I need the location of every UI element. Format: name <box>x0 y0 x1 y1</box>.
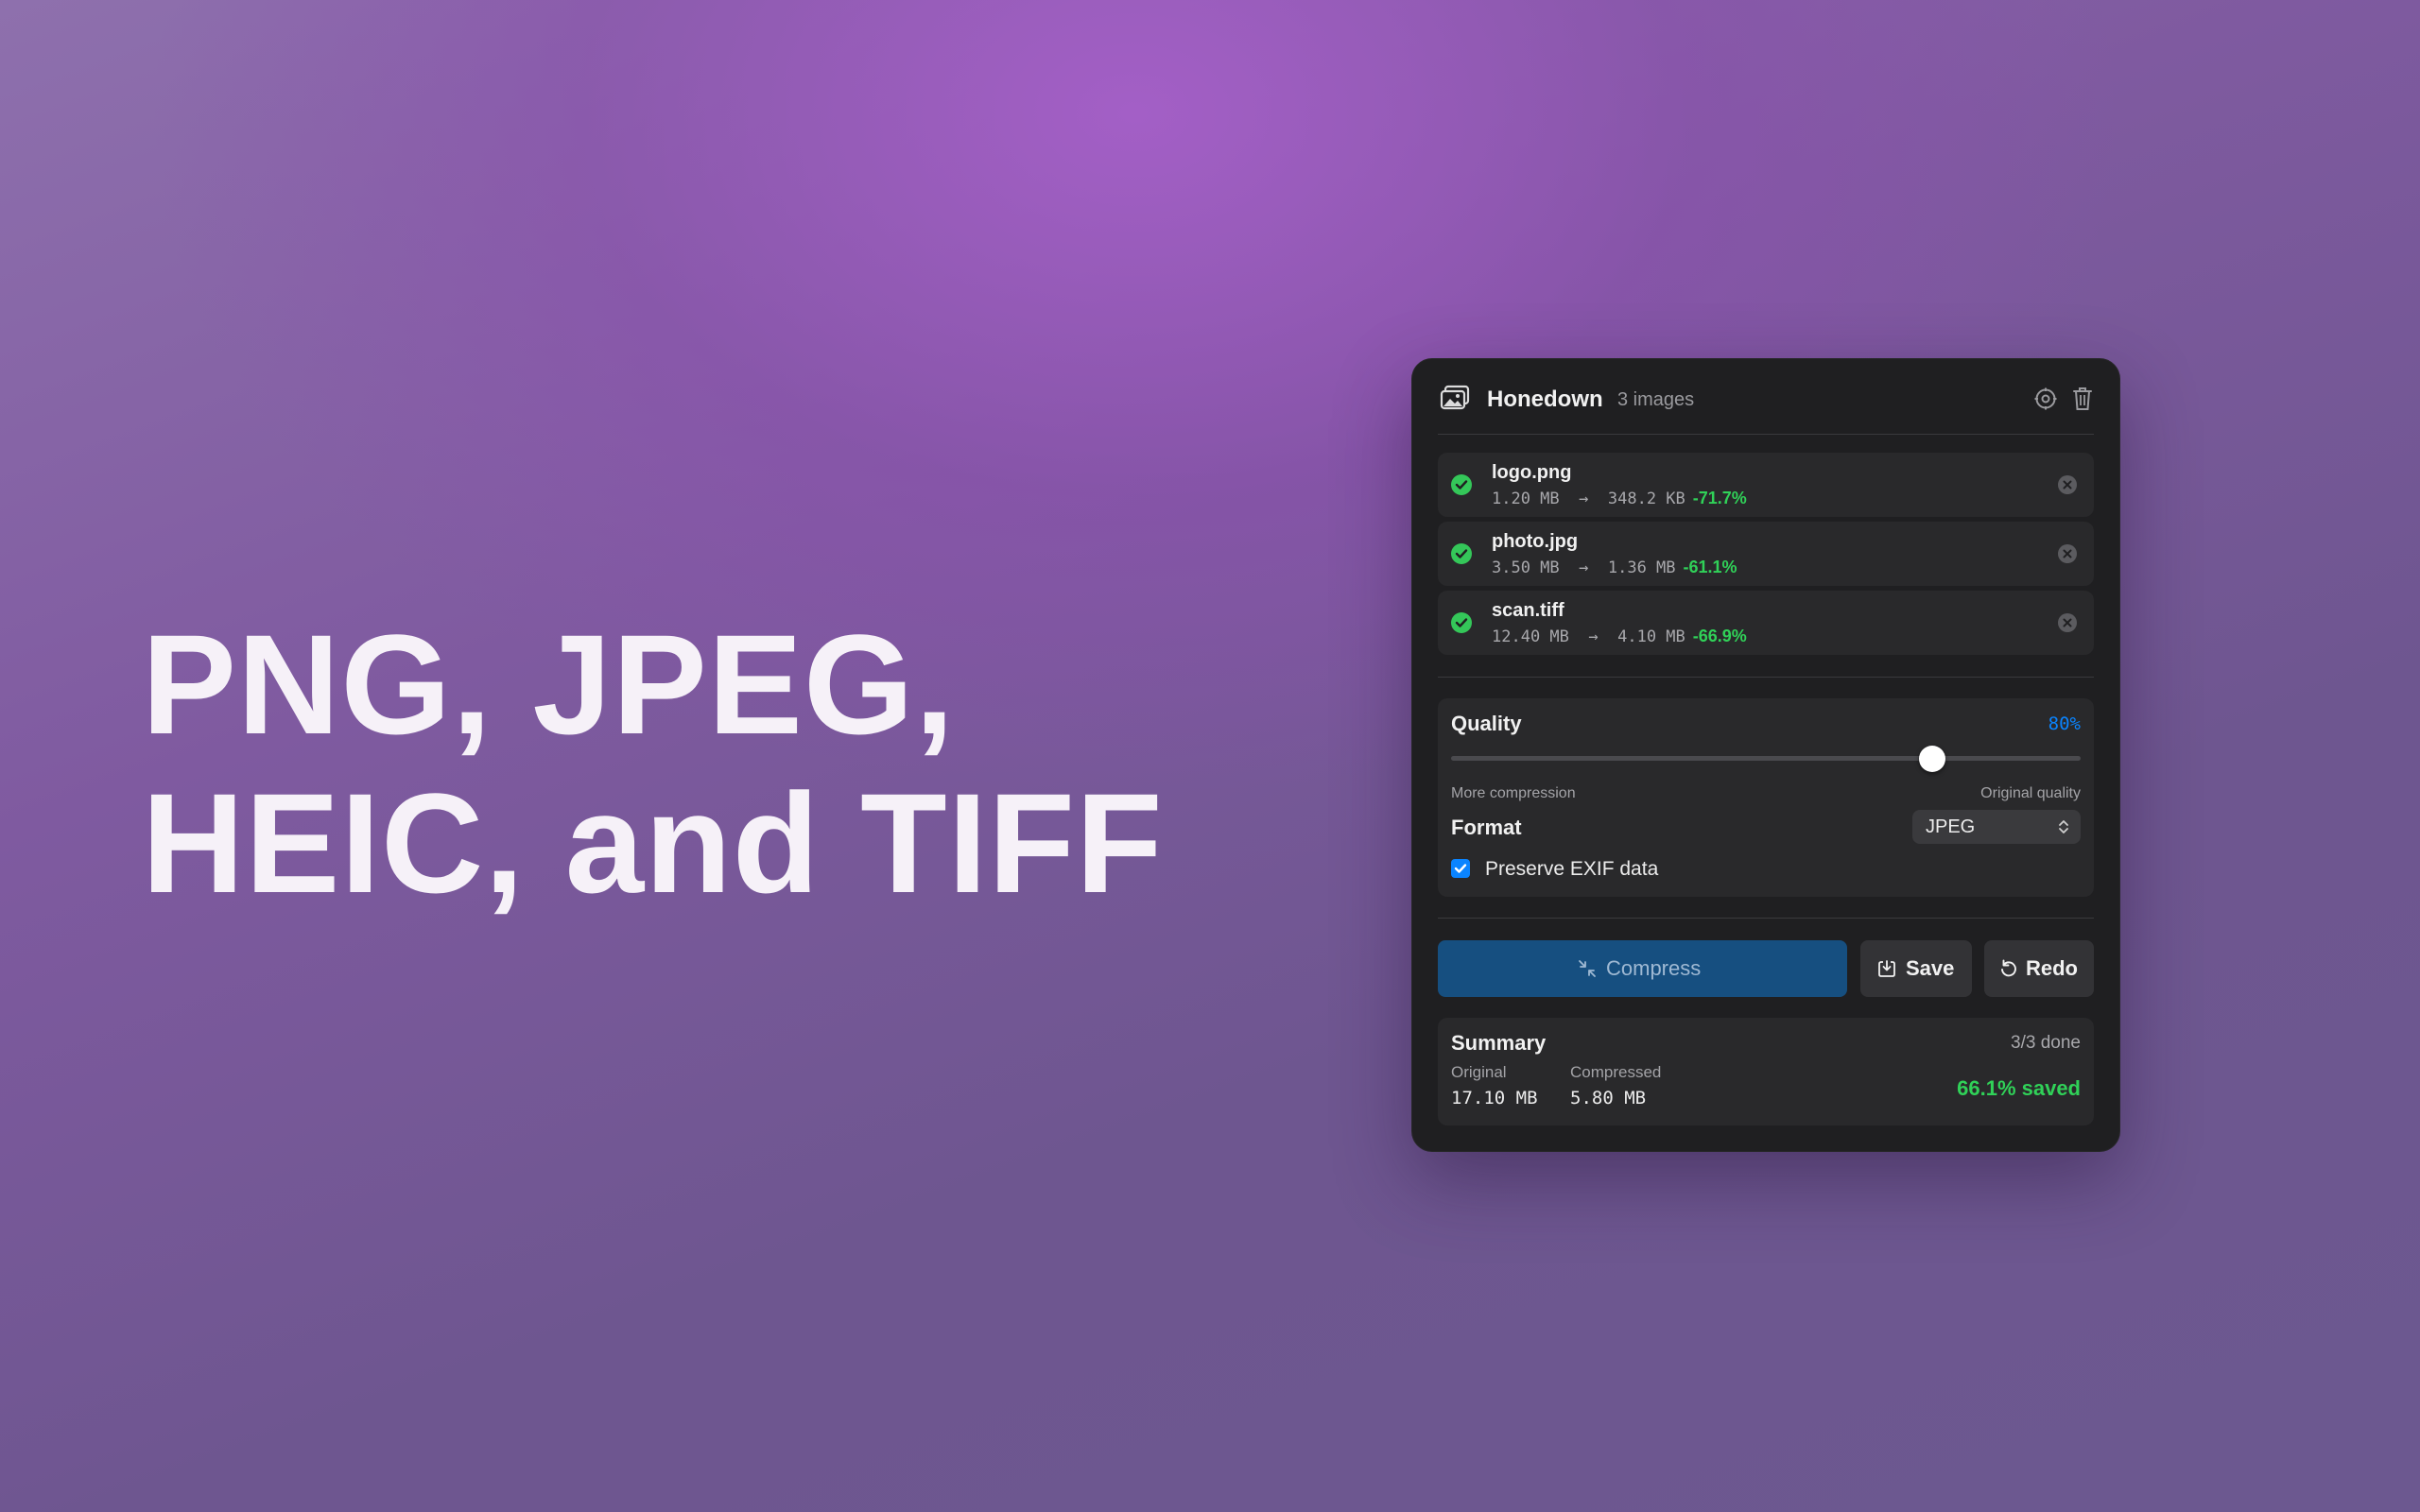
redo-icon <box>2001 959 2016 977</box>
hero-headline: PNG, JPEG, HEIC, and TIFF <box>142 605 1164 922</box>
file-sizes: 3.50 MB → 1.36 MB -61.1% <box>1492 558 1737 577</box>
quality-label: Quality <box>1451 712 1522 735</box>
app-panel: Honedown 3 images logo.png 1.20 MB → 348… <box>1411 358 2120 1152</box>
slider-hint-left: More compression <box>1451 785 1576 801</box>
checkmark-icon <box>1451 543 1472 564</box>
summary-section: Summary 3/3 done Original 17.10 MB Compr… <box>1438 1018 2094 1125</box>
checkmark-icon <box>1451 474 1472 495</box>
compressed-label: Compressed <box>1570 1063 1662 1081</box>
compressed-value: 5.80 MB <box>1570 1088 1647 1108</box>
compress-label: Compress <box>1606 956 1702 980</box>
save-button[interactable]: Save <box>1860 940 1972 997</box>
file-row[interactable]: scan.tiff 12.40 MB → 4.10 MB -66.9% <box>1438 591 2094 655</box>
settings-divider <box>1438 918 2094 919</box>
hero-line-1: PNG, JPEG, <box>142 605 956 764</box>
quality-slider-track[interactable] <box>1451 756 2081 761</box>
files-divider <box>1438 677 2094 678</box>
exif-checkbox[interactable] <box>1451 859 1470 878</box>
summary-title: Summary <box>1451 1031 1547 1055</box>
file-reduction: -66.9% <box>1692 627 1747 645</box>
file-reduction: -71.7% <box>1692 489 1747 507</box>
file-sizes: 12.40 MB → 4.10 MB -66.9% <box>1492 627 1747 646</box>
format-value: JPEG <box>1926 816 1976 837</box>
file-reduction: -61.1% <box>1683 558 1737 576</box>
format-select[interactable]: JPEG <box>1912 810 2081 844</box>
remove-file-icon[interactable] <box>2058 613 2077 632</box>
summary-status: 3/3 done <box>2011 1033 2081 1053</box>
save-icon <box>1878 960 1895 977</box>
original-label: Original <box>1451 1063 1507 1081</box>
compress-button[interactable]: Compress <box>1438 940 1847 997</box>
quality-slider-thumb[interactable] <box>1919 746 1946 772</box>
remove-file-icon[interactable] <box>2058 475 2077 494</box>
checkmark-icon <box>1451 612 1472 633</box>
gear-icon[interactable] <box>2033 387 2058 411</box>
remove-file-icon[interactable] <box>2058 544 2077 563</box>
file-row[interactable]: logo.png 1.20 MB → 348.2 KB -71.7% <box>1438 453 2094 517</box>
redo-label: Redo <box>2026 956 2078 980</box>
hero-line-2: HEIC, and TIFF <box>142 764 1164 922</box>
slider-hint-right: Original quality <box>1980 785 2081 801</box>
quality-value: 80% <box>2048 713 2081 734</box>
exif-label[interactable]: Preserve EXIF data <box>1485 858 1658 881</box>
file-row[interactable]: photo.jpg 3.50 MB → 1.36 MB -61.1% <box>1438 522 2094 586</box>
file-name: photo.jpg <box>1492 531 1579 552</box>
file-sizes: 1.20 MB → 348.2 KB -71.7% <box>1492 489 1747 508</box>
file-name: logo.png <box>1492 462 1572 483</box>
trash-icon[interactable] <box>2071 386 2094 412</box>
original-value: 17.10 MB <box>1451 1088 1538 1108</box>
panel-header: Honedown 3 images <box>1411 358 2120 434</box>
format-label: Format <box>1451 816 1522 839</box>
file-name: scan.tiff <box>1492 600 1564 621</box>
compress-arrows-icon <box>1579 960 1596 977</box>
header-divider <box>1438 434 2094 435</box>
settings-section: Quality 80% More compression Original qu… <box>1438 698 2094 897</box>
save-label: Save <box>1906 956 1955 980</box>
chevron-up-down-icon <box>2059 820 2068 833</box>
photos-icon <box>1440 385 1470 410</box>
app-title: Honedown <box>1487 387 1603 412</box>
saved-percentage: 66.1% saved <box>1957 1076 2081 1100</box>
redo-button[interactable]: Redo <box>1984 940 2094 997</box>
image-count: 3 images <box>1617 389 1695 410</box>
